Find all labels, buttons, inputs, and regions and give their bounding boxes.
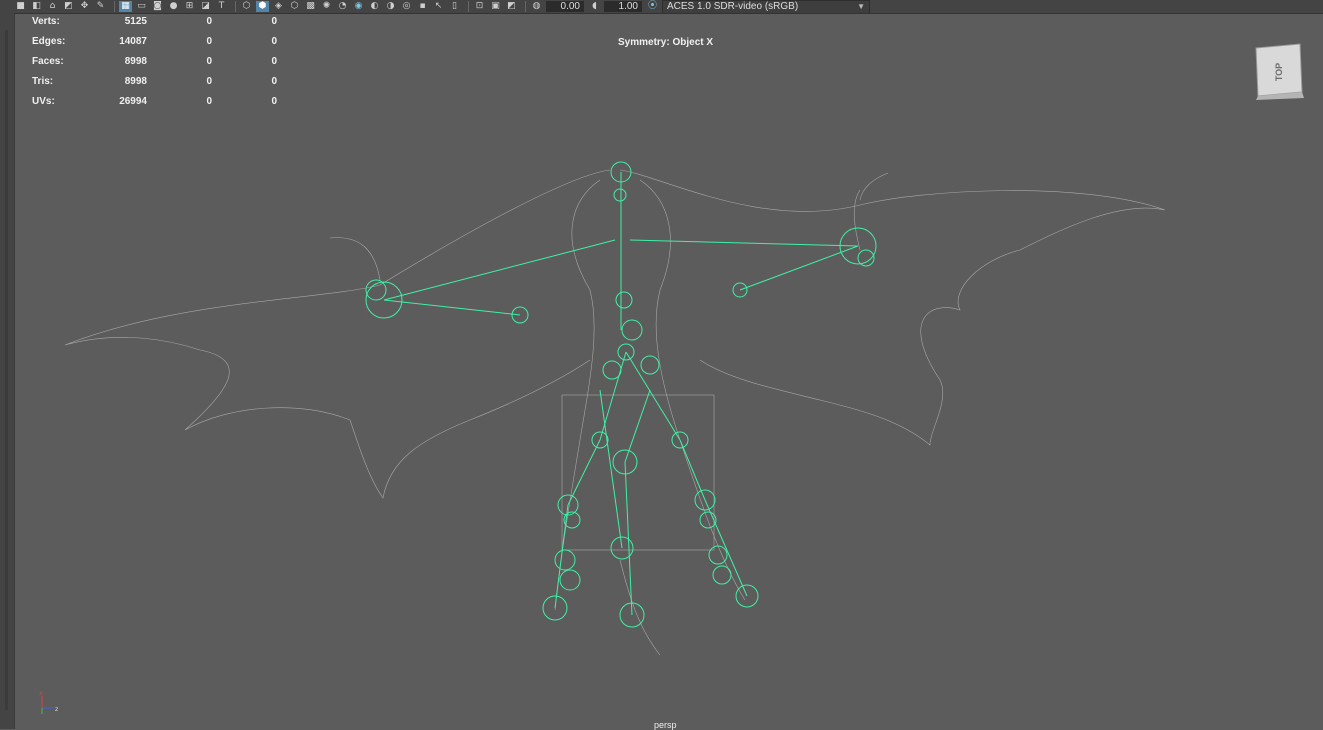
bone-line [704, 499, 748, 597]
joint-circle [613, 188, 627, 202]
joint-circle [708, 545, 728, 565]
axis-x-label: x [39, 690, 43, 697]
hud-label: Verts: [32, 16, 60, 27]
viewport-canvas[interactable] [0, 0, 1323, 729]
axis-gizmo: x z [39, 690, 58, 714]
bone-line [739, 245, 859, 291]
hud-value-component: 0 [271, 36, 277, 47]
hud-label: Tris: [32, 76, 54, 87]
bone-line [567, 439, 601, 506]
right-wing-outline [619, 169, 1166, 446]
bone-line [624, 461, 633, 616]
bone-line [624, 389, 651, 463]
right-claw-hook [859, 172, 889, 201]
view-cube-label: TOP [1274, 63, 1284, 81]
hud-label: Faces: [32, 56, 64, 67]
hud-label: Edges: [32, 36, 66, 47]
hud-value-selected: 0 [206, 36, 212, 47]
hud-value-object: 8998 [124, 76, 147, 87]
hud-value-component: 0 [271, 76, 277, 87]
hud-value-object: 26994 [119, 96, 147, 107]
right-wing-claw [853, 189, 861, 251]
hud-value-component: 0 [271, 56, 277, 67]
hud-value-selected: 0 [206, 76, 212, 87]
hud-value-selected: 0 [206, 96, 212, 107]
bone-line [625, 351, 681, 441]
hud-value-object: 14087 [119, 36, 147, 47]
bone-line [554, 504, 569, 609]
joint-circle [712, 565, 732, 585]
hud-value-component: 0 [271, 16, 277, 27]
bone-line [629, 239, 859, 247]
joint-circle [621, 319, 643, 341]
hud-value-selected: 0 [206, 16, 212, 27]
wireframe-mesh [64, 169, 1166, 656]
axis-z-label: z [55, 706, 58, 713]
bone-line [383, 239, 616, 301]
hud-value-object: 5125 [124, 16, 147, 27]
joint-circle [559, 569, 581, 591]
skeleton-joints [365, 161, 877, 628]
hud-value-selected: 0 [206, 56, 212, 67]
bone-line [383, 299, 521, 316]
view-cube[interactable]: TOP [1250, 42, 1306, 100]
left-wing-outline [64, 169, 611, 499]
symmetry-indicator: Symmetry: Object X [618, 37, 714, 48]
joint-circle [640, 355, 660, 375]
left-claw-hook [329, 237, 381, 281]
joint-circle [554, 549, 576, 571]
joint-circle [615, 291, 633, 309]
hud-label: UVs: [32, 96, 55, 107]
bone-line [599, 389, 623, 549]
hud-value-object: 8998 [124, 56, 147, 67]
tail [619, 559, 661, 656]
bone-line [679, 439, 706, 501]
hud-value-component: 0 [271, 96, 277, 107]
